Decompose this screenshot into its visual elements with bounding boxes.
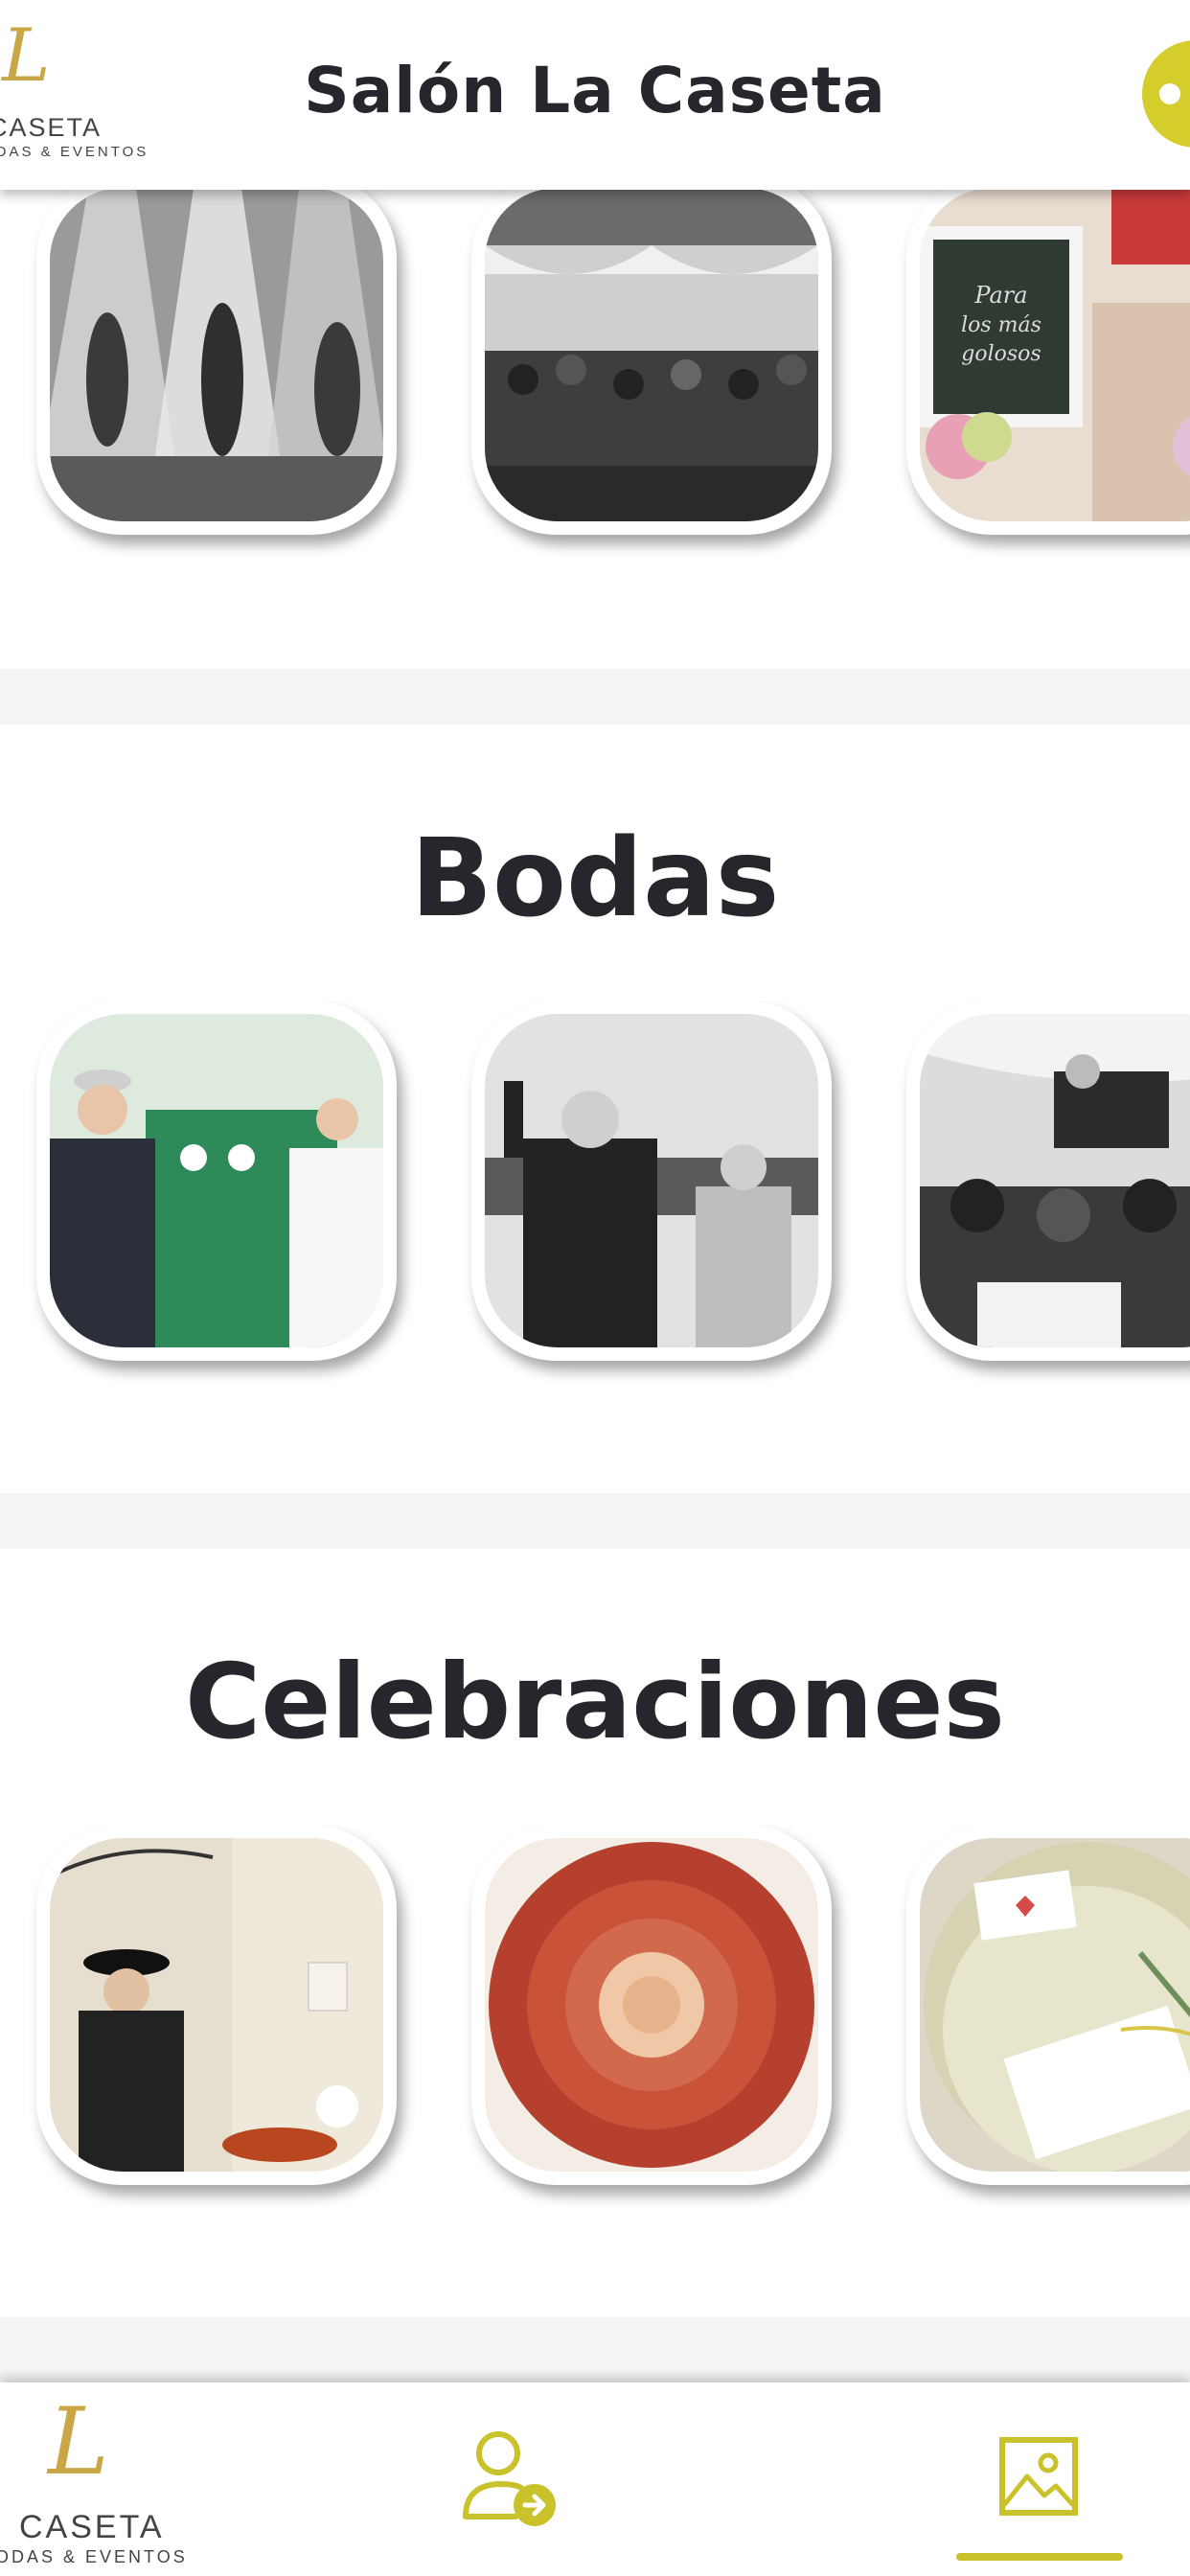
groom-cheering-photo xyxy=(485,1014,818,1347)
app-header: L CASETA BODAS & EVENTOS Salón La Caseta xyxy=(0,0,1190,190)
flamenco-woman-photo xyxy=(50,1838,383,2172)
gallery-tile[interactable] xyxy=(471,1000,832,1361)
section-divider xyxy=(0,2317,1190,2382)
logo-word: CASETA xyxy=(19,2509,165,2545)
candy-bar-sign-photo: Para los más golosos xyxy=(920,188,1190,521)
gallery-tile[interactable] xyxy=(471,1825,832,2185)
gallery-icon xyxy=(999,2437,1078,2516)
svg-text:golosos: golosos xyxy=(961,342,1041,366)
section-divider xyxy=(0,669,1190,724)
logo-script: L xyxy=(48,2388,109,2496)
gallery-row-1[interactable]: Para los más golosos xyxy=(0,174,1190,558)
jamon-rose-photo xyxy=(485,1838,818,2172)
gallery-tile[interactable] xyxy=(36,1000,397,1361)
gallery-tile[interactable] xyxy=(906,1000,1190,1361)
active-tab-indicator xyxy=(956,2553,1123,2561)
nav-gallery-button[interactable] xyxy=(998,2436,1079,2517)
page-title: Salón La Caseta xyxy=(304,54,886,127)
gallery-tile[interactable] xyxy=(36,174,397,535)
svg-text:los más: los más xyxy=(961,313,1041,337)
section-title-celebraciones: Celebraciones xyxy=(185,1643,1005,1762)
gallery-tile[interactable]: Para los más golosos xyxy=(906,174,1190,535)
gallery-tile[interactable] xyxy=(36,1825,397,2185)
groom-tossed-photo xyxy=(920,1014,1190,1347)
gallery-row-bodas[interactable] xyxy=(0,1000,1190,1384)
bottom-nav: L CASETA BODAS & EVENTOS xyxy=(0,2382,1190,2576)
nav-home-logo[interactable]: L CASETA BODAS & EVENTOS xyxy=(0,2388,185,2568)
plate-napkin-photo xyxy=(920,1838,1190,2172)
gallery-tile[interactable] xyxy=(906,1825,1190,2185)
dot-icon xyxy=(1159,83,1180,104)
user-login-icon xyxy=(463,2431,556,2526)
gallery-row-celebraciones[interactable] xyxy=(0,1825,1190,2208)
nav-account-button[interactable] xyxy=(458,2425,563,2530)
show-dancers-photo xyxy=(50,188,383,521)
logo-tagline: BODAS & EVENTOS xyxy=(0,144,149,160)
section-title-bodas: Bodas xyxy=(410,816,780,941)
logo-tagline: BODAS & EVENTOS xyxy=(0,2547,188,2566)
banquet-hall-crowd-photo xyxy=(485,188,818,521)
svg-text:Para: Para xyxy=(973,282,1027,309)
groom-bride-dancing-photo xyxy=(50,1014,383,1347)
section-divider xyxy=(0,1493,1190,1549)
gallery-tile[interactable] xyxy=(471,174,832,535)
